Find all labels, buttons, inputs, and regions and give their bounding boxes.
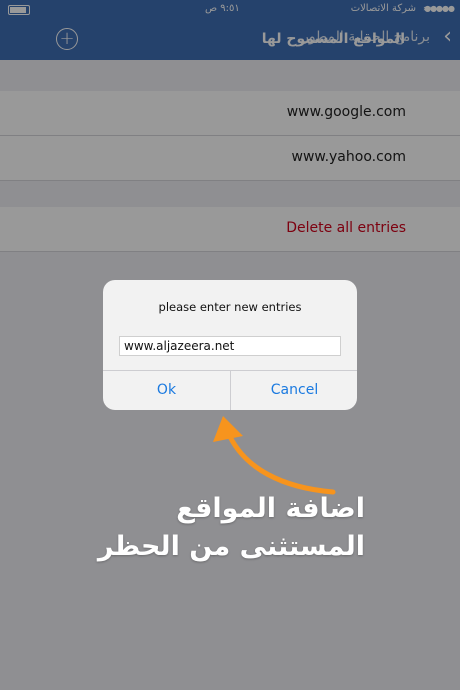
app-screen: ٩:٥١ ص شركة الاتصالات ≈ ●●●●● + المواقع … xyxy=(0,0,460,690)
cancel-button[interactable]: Cancel xyxy=(231,370,357,410)
dialog-message: please enter new entries xyxy=(158,300,302,314)
annotation-text: اضافة المواقع المستثنى من الحظر xyxy=(85,490,365,566)
annotation-line-2: المستثنى من الحظر xyxy=(97,531,365,562)
entry-dialog: please enter new entries Ok Cancel xyxy=(103,280,357,410)
ok-button[interactable]: Ok xyxy=(103,370,230,410)
entry-input[interactable] xyxy=(119,336,341,356)
annotation-arrow-icon xyxy=(213,416,336,495)
annotation-line-1: اضافة المواقع xyxy=(176,493,365,524)
